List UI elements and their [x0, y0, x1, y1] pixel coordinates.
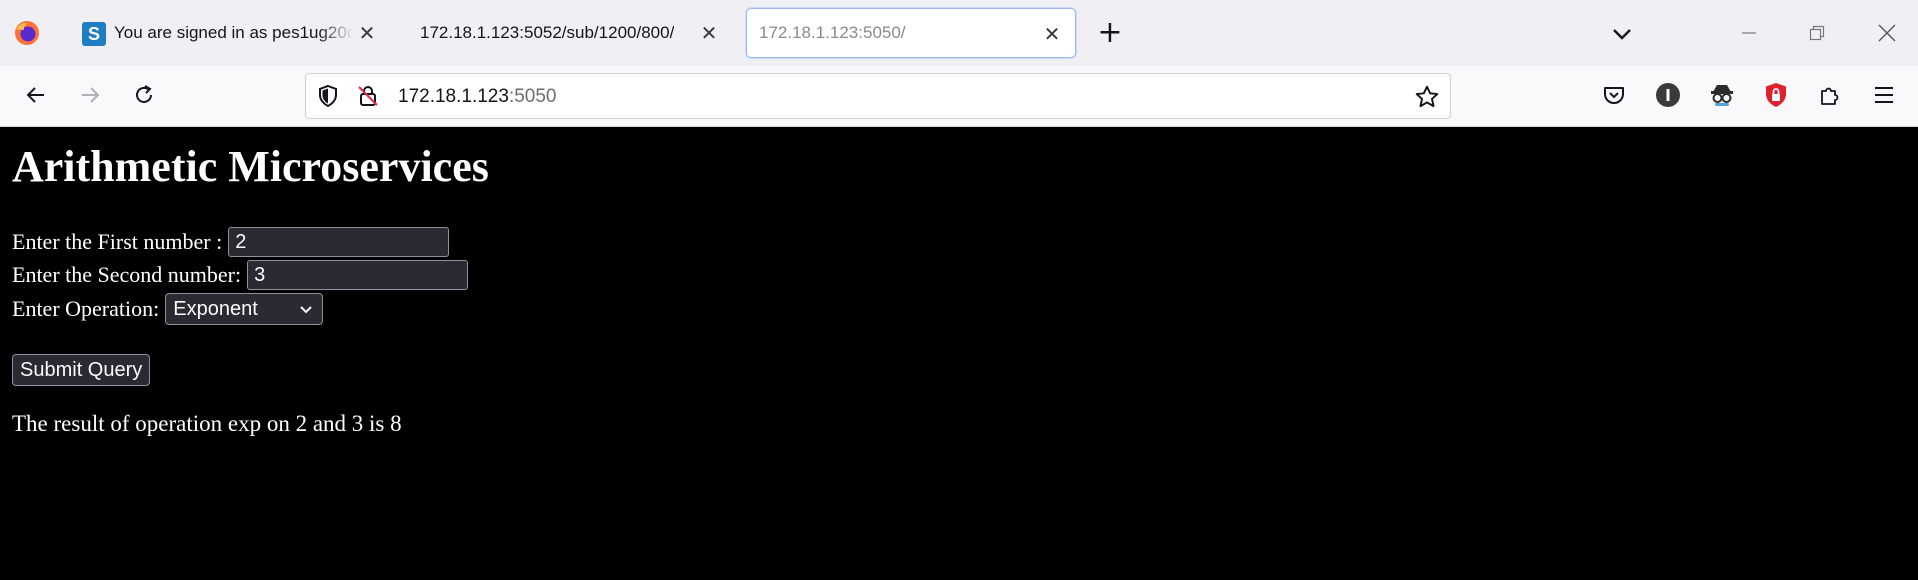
url-host: 172.18.1.123 [398, 86, 509, 107]
first-number-input[interactable]: 2 [228, 227, 450, 257]
second-number-label: Enter the Second number: [12, 262, 242, 287]
submit-query-button[interactable]: Submit Query [12, 354, 151, 386]
firefox-icon[interactable] [14, 20, 40, 46]
menu-icon[interactable] [1869, 80, 1899, 110]
result-text: The result of operation exp on 2 and 3 i… [12, 411, 402, 436]
ublock-icon[interactable] [1761, 80, 1791, 110]
second-number-input[interactable]: 3 [247, 260, 469, 290]
tab-sub-service[interactable]: 172.18.1.123:5052/sub/1200/800/ ✕ [406, 8, 732, 58]
first-number-row: Enter the First number : 2 [12, 227, 450, 257]
forward-icon[interactable] [75, 80, 105, 110]
site-favicon-icon: S [82, 22, 106, 46]
tab-active[interactable]: 172.18.1.123:5050/ ✕ [746, 8, 1076, 58]
operation-selected-value: Exponent [173, 297, 258, 320]
first-number-label: Enter the First number : [12, 229, 223, 254]
close-window-icon[interactable] [1872, 18, 1902, 48]
close-tab-icon[interactable]: ✕ [354, 20, 380, 46]
extension-i-icon[interactable] [1653, 80, 1683, 110]
tab-title: 172.18.1.123:5050/ [759, 23, 906, 42]
page-content: Arithmetic Microservices Enter the First… [0, 127, 1918, 580]
operation-label: Enter Operation: [12, 296, 160, 321]
minimize-icon[interactable] [1734, 18, 1764, 48]
close-tab-icon[interactable]: ✕ [696, 20, 722, 46]
url-text: 172.18.1.123:5050 [398, 86, 557, 108]
new-tab-icon[interactable]: + [1096, 18, 1124, 48]
reload-icon[interactable] [129, 80, 159, 110]
tab-signed-in[interactable]: S You are signed in as pes1ug20cs ✕ [70, 8, 390, 58]
tab-title: You are signed in as pes1ug20cs [114, 23, 354, 42]
list-all-tabs-icon[interactable] [1608, 20, 1636, 48]
back-icon[interactable] [21, 80, 51, 110]
second-number-row: Enter the Second number: 3 [12, 260, 469, 290]
bookmark-star-icon[interactable] [1414, 84, 1440, 110]
tab-title: 172.18.1.123:5052/sub/1200/800/ [420, 23, 675, 42]
chevron-down-icon [300, 306, 312, 314]
navigation-toolbar: 172.18.1.123:5050 [0, 66, 1918, 127]
page-title: Arithmetic Microservices [12, 142, 489, 191]
shield-icon[interactable] [316, 84, 340, 108]
extensions-puzzle-icon[interactable] [1815, 80, 1845, 110]
pocket-icon[interactable] [1599, 80, 1629, 110]
operation-select[interactable]: Exponent [165, 293, 324, 325]
restore-icon[interactable] [1802, 18, 1832, 48]
insecure-lock-icon[interactable] [356, 84, 380, 108]
close-tab-icon[interactable]: ✕ [1039, 21, 1065, 47]
tab-strip: S You are signed in as pes1ug20cs ✕ 172.… [0, 0, 1918, 66]
operation-row: Enter Operation: Exponent [12, 293, 324, 325]
extension-spy-icon[interactable] [1707, 80, 1737, 110]
url-port: :5050 [508, 86, 557, 107]
url-bar[interactable]: 172.18.1.123:5050 [305, 73, 1451, 119]
